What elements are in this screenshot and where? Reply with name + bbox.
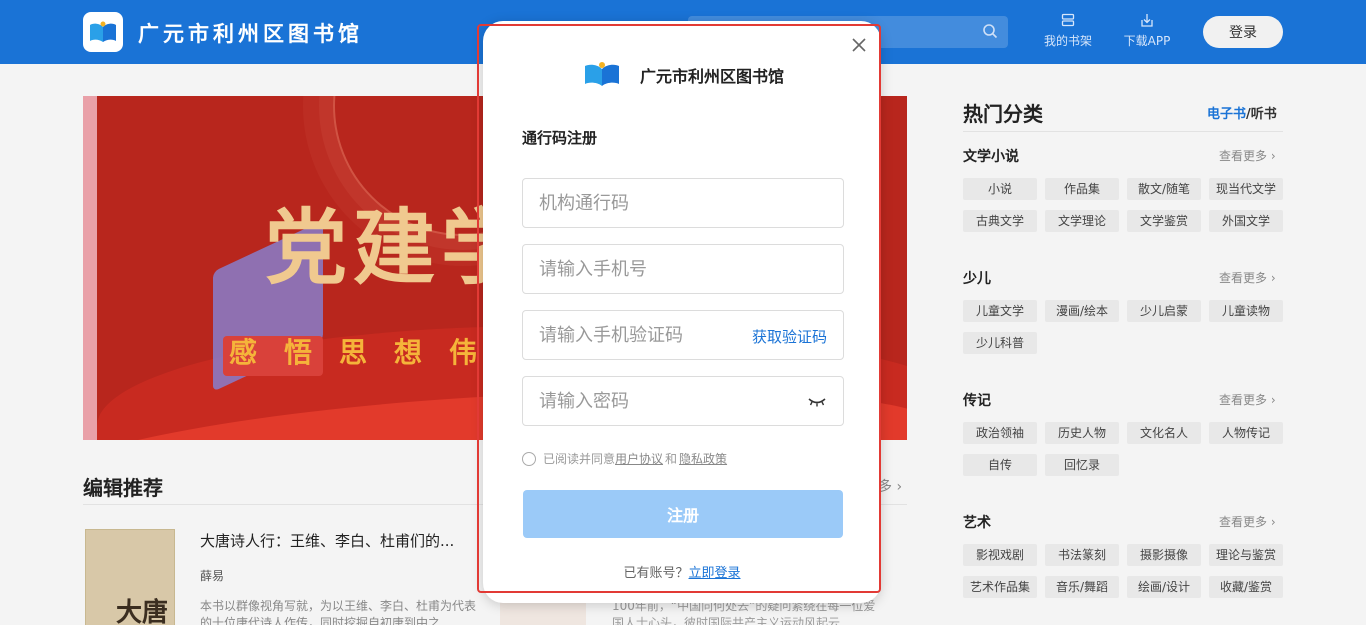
password-field[interactable] xyxy=(522,376,844,426)
agree-prefix: 已阅读并同意 xyxy=(543,452,616,466)
user-agreement-link[interactable]: 用户协议 xyxy=(615,450,663,467)
agree-radio[interactable] xyxy=(522,451,536,466)
phone-field[interactable] xyxy=(522,244,844,294)
agreement-row: 已阅读并同意 用户协议 和 隐私政策 xyxy=(522,450,727,467)
has-account-text: 已有账号？ xyxy=(623,566,689,581)
password-input[interactable] xyxy=(523,377,843,425)
has-account-row: 已有账号？立即登录 xyxy=(483,562,881,581)
get-code-button[interactable]: 获取验证码 xyxy=(752,326,827,347)
register-button[interactable]: 注册 xyxy=(523,490,843,538)
modal-heading: 通行码注册 xyxy=(522,129,598,147)
privacy-policy-link[interactable]: 隐私政策 xyxy=(679,450,727,467)
phone-input[interactable] xyxy=(523,245,843,293)
org-code-field[interactable] xyxy=(522,178,844,228)
org-code-input[interactable] xyxy=(523,179,843,227)
close-icon[interactable] xyxy=(849,35,869,55)
modal-brand: 广元市利州区图书馆 xyxy=(640,67,785,86)
register-modal: 广元市利州区图书馆 通行码注册 获取验证码 已阅读并同意 用户协议 和 隐私政策… xyxy=(483,21,881,603)
login-now-link[interactable]: 立即登录 xyxy=(689,566,741,581)
agree-and: 和 xyxy=(665,452,678,466)
sms-code-field[interactable]: 获取验证码 xyxy=(522,310,844,360)
eye-closed-icon[interactable] xyxy=(807,394,827,408)
open-book-icon xyxy=(585,62,619,86)
